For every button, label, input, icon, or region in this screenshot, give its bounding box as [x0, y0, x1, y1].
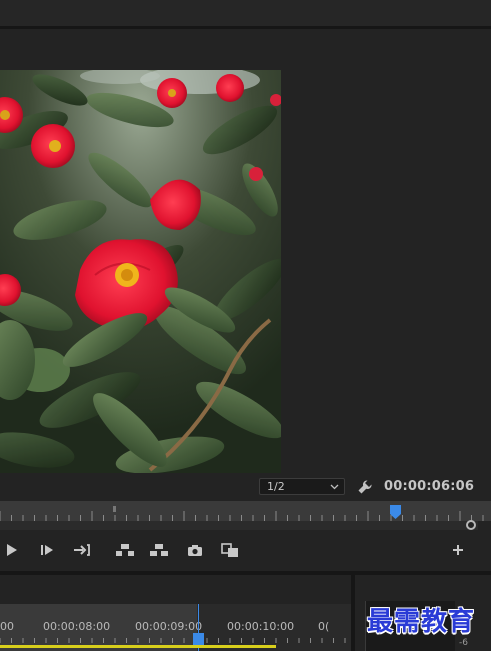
zoom-scroll-handle[interactable]: [466, 520, 476, 530]
go-to-out-icon: [74, 544, 90, 556]
add-button-icon: [453, 545, 463, 555]
export-frame-button[interactable]: [186, 539, 204, 561]
extract-button[interactable]: [148, 539, 170, 561]
playhead-marker[interactable]: [390, 505, 401, 519]
top-panel-strip: [0, 0, 491, 26]
export-frame-icon: [188, 544, 202, 556]
timeline-panel: 00 00:00:08:00 00:00:09:00 00:00:10:00 0…: [0, 575, 351, 651]
lift-icon: [116, 544, 134, 556]
resolution-value: 1/2: [267, 480, 285, 493]
play-button[interactable]: [4, 539, 20, 561]
step-forward-button[interactable]: [38, 539, 56, 561]
program-monitor-video-frame[interactable]: [0, 70, 281, 473]
comparison-view-icon: [221, 542, 238, 557]
play-icon: [7, 544, 17, 556]
extract-icon: [150, 544, 168, 556]
work-area-bar[interactable]: [0, 645, 276, 648]
button-editor-add-button[interactable]: [450, 539, 466, 561]
ruler-label: 00:00:08:00: [43, 620, 111, 633]
ruler-label: 0(: [318, 620, 330, 633]
lift-button[interactable]: [114, 539, 136, 561]
watermark-logo: 最需教育: [367, 607, 476, 637]
chevron-down-icon: [330, 484, 339, 490]
wrench-icon[interactable]: [357, 479, 373, 495]
comparison-view-button[interactable]: [220, 539, 240, 561]
camellia-frame-image: [0, 70, 281, 473]
monitor-time-ruler[interactable]: [0, 501, 491, 521]
premiere-workspace: 1/2 00:00:06:06 00 00:00:08:00 00:00:09:…: [0, 0, 491, 651]
playhead-timecode[interactable]: 00:00:06:06: [384, 479, 474, 494]
ruler-label: 00: [0, 620, 14, 633]
ruler-label: 00:00:09:00: [135, 620, 203, 633]
timeline-ticks: [0, 638, 346, 643]
transport-controls: [0, 539, 491, 563]
meter-scale-label: -6: [459, 638, 468, 648]
playback-resolution-select[interactable]: 1/2: [259, 478, 345, 495]
step-forward-icon: [41, 545, 53, 555]
monitor-zoom-scrollbar[interactable]: [0, 521, 478, 530]
go-to-out-button[interactable]: [72, 539, 92, 561]
timeline-playhead-marker[interactable]: [193, 633, 204, 645]
ruler-ticks: [0, 506, 484, 521]
ruler-label: 00:00:10:00: [227, 620, 295, 633]
